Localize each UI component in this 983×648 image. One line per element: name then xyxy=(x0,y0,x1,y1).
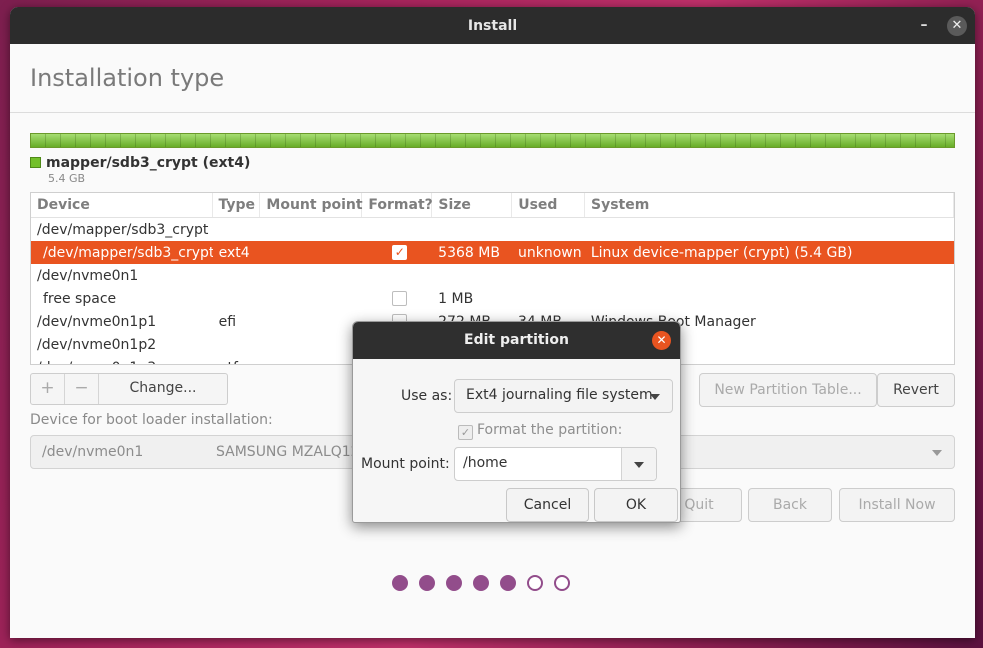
header-type[interactable]: Type xyxy=(213,193,261,217)
header-system[interactable]: System xyxy=(585,193,954,217)
progress-dot xyxy=(473,575,489,591)
progress-dot xyxy=(419,575,435,591)
remove-partition-button[interactable]: − xyxy=(65,374,99,404)
use-as-select[interactable]: Ext4 journaling file system xyxy=(454,379,673,413)
table-row[interactable]: /dev/mapper/sdb3_crypt xyxy=(31,218,954,241)
new-partition-table-button[interactable]: New Partition Table... xyxy=(699,373,877,407)
use-as-label: Use as: xyxy=(401,388,453,404)
edit-partition-dialog: Edit partition ✕ Use as: Ext4 journaling… xyxy=(352,321,681,523)
format-cell: ✓ xyxy=(362,245,432,261)
mount-point-dropdown-button[interactable] xyxy=(621,448,656,480)
bootloader-model: SAMSUNG MZALQ12 xyxy=(216,444,360,460)
ok-button[interactable]: OK xyxy=(594,488,678,522)
progress-dot xyxy=(392,575,408,591)
table-header: Device Type Mount point Format? Size Use… xyxy=(31,193,954,218)
close-icon[interactable]: ✕ xyxy=(652,331,671,350)
cell-device: free space xyxy=(43,290,117,307)
mount-point-label: Mount point: xyxy=(361,456,450,472)
format-label: Format the partition: xyxy=(477,422,623,438)
page-title: Installation type xyxy=(30,64,225,92)
cell-device: /dev/nvme0n1p1 xyxy=(37,313,157,330)
bootloader-device: /dev/nvme0n1 xyxy=(42,444,144,460)
cell-type: efi xyxy=(218,313,237,330)
header-size[interactable]: Size xyxy=(432,193,513,217)
progress-dot xyxy=(446,575,462,591)
progress-dot xyxy=(554,575,570,591)
change-partition-button[interactable]: Change... xyxy=(99,374,227,404)
table-row[interactable]: /dev/nvme0n1 xyxy=(31,264,954,287)
table-row[interactable]: free space 1 MB xyxy=(31,287,954,310)
cell-size: 5368 MB xyxy=(438,244,500,261)
add-partition-button[interactable]: + xyxy=(31,374,65,404)
cell-type: ext4 xyxy=(218,244,250,261)
progress-dots xyxy=(392,575,570,591)
header-device[interactable]: Device xyxy=(31,193,213,217)
bootloader-label: Device for boot loader installation: xyxy=(30,412,273,428)
cell-device: /dev/mapper/sdb3_crypt xyxy=(37,221,209,238)
checkmark-icon[interactable]: ✓ xyxy=(392,245,408,260)
page-header: Installation type xyxy=(10,44,975,113)
revert-button[interactable]: Revert xyxy=(877,373,955,407)
dialog-title: Edit partition xyxy=(464,332,569,348)
chevron-down-icon xyxy=(650,394,660,400)
cancel-button[interactable]: Cancel xyxy=(506,488,589,522)
back-button[interactable]: Back xyxy=(748,488,832,522)
disk-legend: mapper/sdb3_crypt (ext4) 5.4 GB xyxy=(30,155,250,185)
chevron-down-icon xyxy=(634,462,644,468)
format-partition-checkbox[interactable]: ✓ Format the partition: xyxy=(458,422,622,440)
partition-size: 5.4 GB xyxy=(48,172,86,185)
cell-type: ntfs xyxy=(213,360,261,365)
disk-usage-bar xyxy=(30,133,955,148)
header-format[interactable]: Format? xyxy=(362,193,433,217)
mount-point-input[interactable]: /home xyxy=(455,448,621,480)
cell-device: /dev/nvme0n1 xyxy=(37,267,139,284)
install-now-button[interactable]: Install Now xyxy=(839,488,955,522)
partition-tools: + − Change... xyxy=(30,373,228,405)
checkbox[interactable] xyxy=(392,291,408,306)
partition-color-swatch xyxy=(30,157,41,168)
progress-dot xyxy=(500,575,516,591)
cell-system: Linux device-mapper (crypt) (5.4 GB) xyxy=(590,244,853,261)
minimize-icon[interactable]: – xyxy=(915,16,933,34)
table-row[interactable]: /dev/mapper/sdb3_crypt ext4 ✓ 5368 MB unknow… xyxy=(31,241,954,264)
cell-device: /dev/nvme0n1p3 xyxy=(31,360,213,365)
partition-name: mapper/sdb3_crypt (ext4) xyxy=(46,155,251,171)
cell-device: /dev/mapper/sdb3_crypt xyxy=(43,244,213,261)
header-used[interactable]: Used xyxy=(512,193,586,217)
header-mount[interactable]: Mount point xyxy=(260,193,363,217)
progress-dot xyxy=(527,575,543,591)
window-title: Install xyxy=(467,17,518,34)
checkmark-icon: ✓ xyxy=(458,425,473,440)
mount-point-combo: /home xyxy=(454,447,657,481)
use-as-value: Ext4 journaling file system xyxy=(466,387,653,403)
cell-device: /dev/nvme0n1p2 xyxy=(37,336,157,353)
format-cell xyxy=(362,291,432,307)
title-bar: Install – ✕ xyxy=(10,7,975,44)
cell-used: unknown xyxy=(517,244,582,261)
cell-size: 1 MB xyxy=(438,290,474,307)
dialog-title-bar: Edit partition ✕ xyxy=(353,322,680,359)
chevron-down-icon xyxy=(932,450,942,456)
close-icon[interactable]: ✕ xyxy=(947,16,967,36)
